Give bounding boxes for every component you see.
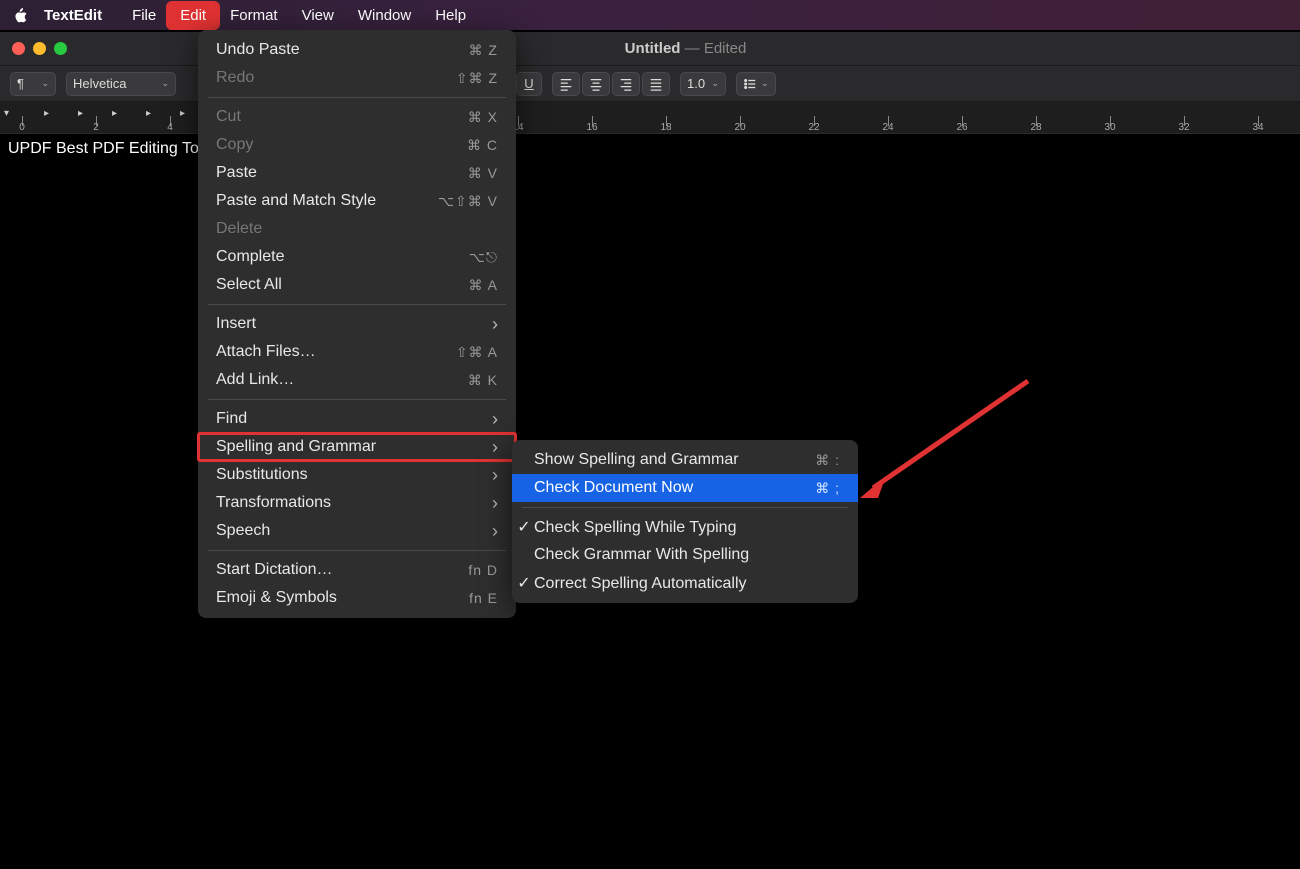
menu-item-show-spelling-and-grammar[interactable]: Show Spelling and Grammar⌘ : <box>512 446 858 474</box>
menu-item-cut: Cut⌘ X <box>198 103 516 131</box>
menu-item-emoji-symbols[interactable]: Emoji & Symbolsfn E <box>198 584 516 612</box>
underline-button[interactable]: U <box>516 72 542 96</box>
line-spacing-picker[interactable]: 1.0⌄ <box>680 72 726 96</box>
menu-file[interactable]: File <box>120 3 168 28</box>
menu-item-spelling-and-grammar[interactable]: Spelling and Grammar› <box>198 433 516 461</box>
menu-item-transformations[interactable]: Transformations› <box>198 489 516 517</box>
app-name[interactable]: TextEdit <box>44 7 102 24</box>
menu-item-start-dictation[interactable]: Start Dictation…fn D <box>198 556 516 584</box>
close-button[interactable] <box>12 42 25 55</box>
align-left-button[interactable] <box>552 72 580 96</box>
menu-item-add-link[interactable]: Add Link…⌘ K <box>198 366 516 394</box>
menu-help[interactable]: Help <box>423 3 478 28</box>
menu-item-paste[interactable]: Paste⌘ V <box>198 159 516 187</box>
document-text: UPDF Best PDF Editing Tool <box>8 140 211 157</box>
menu-format[interactable]: Format <box>218 3 290 28</box>
menu-item-insert[interactable]: Insert› <box>198 310 516 338</box>
list-style-picker[interactable]: ⌄ <box>736 72 776 96</box>
menu-item-check-spelling-while-typing[interactable]: ✓Check Spelling While Typing <box>512 513 858 541</box>
minimize-button[interactable] <box>33 42 46 55</box>
menu-item-copy: Copy⌘ C <box>198 131 516 159</box>
menu-item-speech[interactable]: Speech› <box>198 517 516 545</box>
menu-item-substitutions[interactable]: Substitutions› <box>198 461 516 489</box>
align-right-button[interactable] <box>612 72 640 96</box>
menu-item-paste-and-match-style[interactable]: Paste and Match Style⌥⇧⌘ V <box>198 187 516 215</box>
menu-item-complete[interactable]: Complete⌥⎋ <box>198 243 516 271</box>
traffic-lights <box>12 42 67 55</box>
menu-item-redo: Redo⇧⌘ Z <box>198 64 516 92</box>
paragraph-style-picker[interactable]: ¶⌄ <box>10 72 56 96</box>
align-justify-button[interactable] <box>642 72 670 96</box>
menu-window[interactable]: Window <box>346 3 423 28</box>
menu-item-check-grammar-with-spelling[interactable]: Check Grammar With Spelling <box>512 541 858 569</box>
document-status: Edited <box>704 40 747 57</box>
document-title: Untitled <box>625 40 681 57</box>
font-family-picker[interactable]: Helvetica⌄ <box>66 72 176 96</box>
apple-logo-icon[interactable] <box>10 5 30 25</box>
maximize-button[interactable] <box>54 42 67 55</box>
format-toolbar: ¶⌄ Helvetica⌄ U 1.0⌄ ⌄ <box>0 66 1300 102</box>
menu-item-undo-paste[interactable]: Undo Paste⌘ Z <box>198 36 516 64</box>
menubar: TextEdit File Edit Format View Window He… <box>0 0 1300 30</box>
menu-item-attach-files[interactable]: Attach Files…⇧⌘ A <box>198 338 516 366</box>
menu-item-find[interactable]: Find› <box>198 405 516 433</box>
menu-item-delete: Delete <box>198 215 516 243</box>
menu-item-correct-spelling-automatically[interactable]: ✓Correct Spelling Automatically <box>512 569 858 597</box>
align-center-button[interactable] <box>582 72 610 96</box>
menu-edit[interactable]: Edit <box>168 3 218 28</box>
ruler[interactable]: ▾ ▸ ▸ ▸ ▸ ▸ 0241416182022242628303234 <box>0 102 1300 134</box>
menu-item-check-document-now[interactable]: Check Document Now⌘ ; <box>512 474 858 502</box>
menu-item-select-all[interactable]: Select All⌘ A <box>198 271 516 299</box>
titlebar: Untitled — Edited <box>0 32 1300 66</box>
edit-dropdown-menu: Undo Paste⌘ ZRedo⇧⌘ Z Cut⌘ XCopy⌘ CPaste⌘… <box>198 30 516 618</box>
menu-view[interactable]: View <box>290 3 346 28</box>
spelling-grammar-submenu: Show Spelling and Grammar⌘ :Check Docume… <box>512 440 858 603</box>
